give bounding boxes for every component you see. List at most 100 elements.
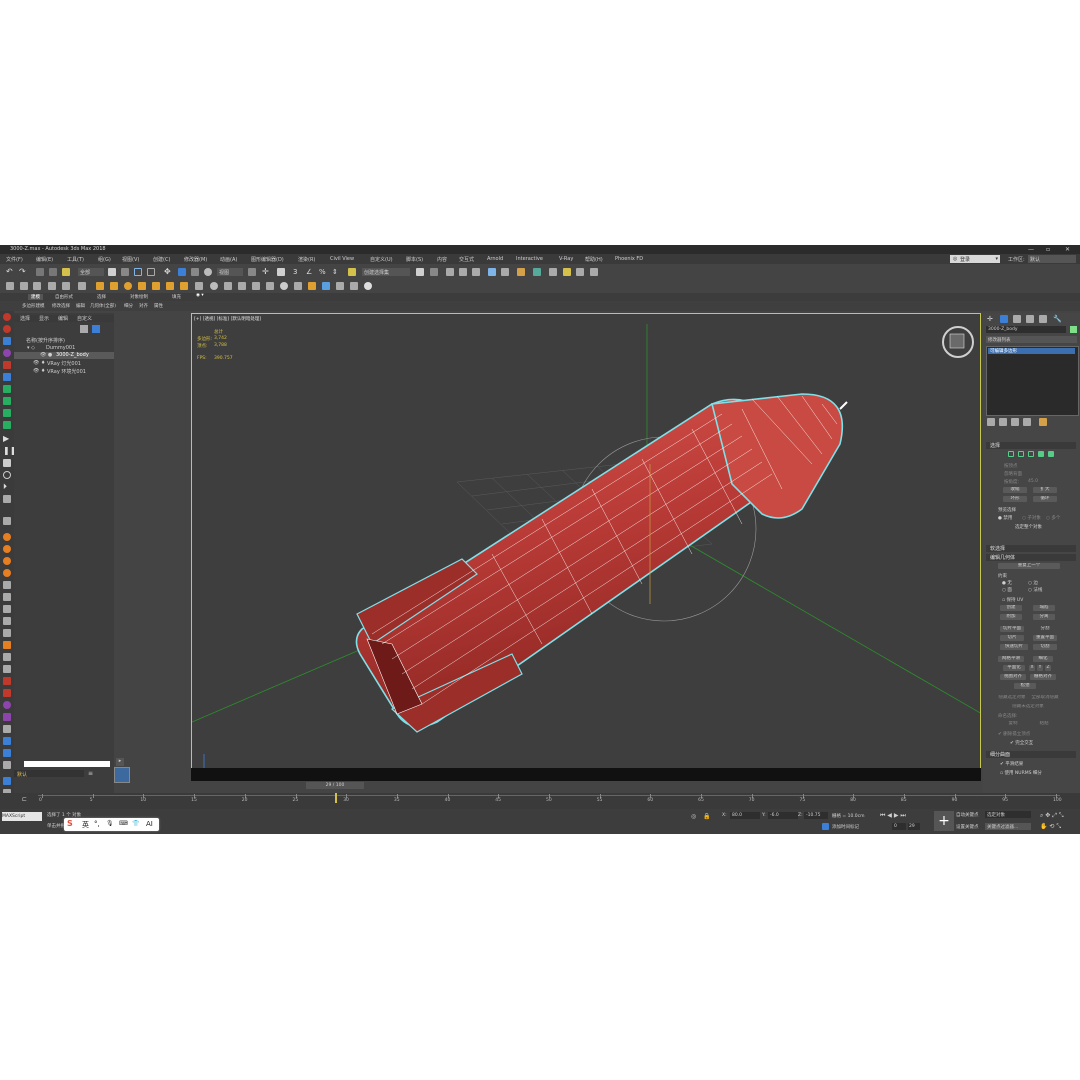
element-icon[interactable] xyxy=(1048,451,1054,457)
perspective-viewport[interactable]: [+] [透视] [标准] [默认明暗处理] 总计 多边形: 3,742 顶点:… xyxy=(191,313,981,781)
menu-edit[interactable]: 编辑(E) xyxy=(36,256,53,263)
by-angle-checkbox[interactable]: 按角度: xyxy=(1004,479,1019,485)
modeling-tool-icon[interactable] xyxy=(3,361,11,369)
timeline-toggle-icon[interactable]: ⊏ xyxy=(22,796,27,803)
eye-icon[interactable]: 👁 ♦ xyxy=(33,368,45,374)
schematic-view-icon[interactable] xyxy=(501,268,509,276)
modeling-tool-icon[interactable] xyxy=(3,349,11,357)
rotate-icon[interactable] xyxy=(178,268,186,276)
trash-icon[interactable] xyxy=(3,495,11,503)
delete-isolated-checkbox[interactable]: ✔ 删除孤立顶点 xyxy=(998,731,1030,737)
hand-icon[interactable] xyxy=(6,282,14,290)
ribbon-properties[interactable]: 属性 xyxy=(154,303,163,309)
scene-tab-customize[interactable]: 自定义 xyxy=(77,315,92,322)
wave-icon[interactable] xyxy=(3,581,11,589)
filter-icon[interactable] xyxy=(80,325,88,333)
fluid-icon[interactable] xyxy=(3,689,11,697)
constraint-edge-radio[interactable]: ○ 边 xyxy=(1028,580,1038,586)
move-icon[interactable]: ✥ xyxy=(164,268,172,276)
ring-button[interactable]: 环形 xyxy=(1003,496,1027,502)
edit-geometry-rollout[interactable]: 编辑几何体 xyxy=(986,554,1076,561)
scene-search-field[interactable] xyxy=(24,761,110,767)
preserve-uv-checkbox[interactable]: ▫ 保持 UV xyxy=(1002,597,1023,603)
unlink-icon[interactable] xyxy=(49,268,57,276)
preview-subobject-radio[interactable]: ○ 子对象 xyxy=(1022,515,1041,521)
time-tag-icon[interactable] xyxy=(822,823,829,830)
edit-named-sel-icon[interactable] xyxy=(348,268,356,276)
fluid-icon[interactable] xyxy=(3,665,11,673)
set-key-plus-icon[interactable]: + xyxy=(934,811,954,831)
angle-value[interactable]: 45.0 xyxy=(1028,479,1038,484)
ribbon-modify-selection[interactable]: 修改选择 xyxy=(52,303,70,309)
vray-ambient-icon[interactable] xyxy=(138,282,146,290)
reset-plane-button[interactable]: 重置平面 xyxy=(1033,635,1057,641)
ignore-backfacing-checkbox[interactable]: 忽略背面 xyxy=(1004,471,1022,477)
phoenix-ocean-icon[interactable] xyxy=(350,282,358,290)
menu-scripting[interactable]: 脚本(S) xyxy=(406,256,423,263)
modeling-tool-icon[interactable] xyxy=(3,337,11,345)
workspace-dropdown[interactable]: 默认 xyxy=(1028,255,1076,263)
snap-3d-icon[interactable]: 3 xyxy=(293,268,301,276)
repeat-last-button[interactable]: 重复上一个 xyxy=(998,563,1060,569)
slice-button[interactable]: 切片 xyxy=(1000,635,1024,641)
vray-plane-icon[interactable] xyxy=(195,282,203,290)
ribbon-tab-populate[interactable]: 填充 xyxy=(172,294,181,300)
play-icon[interactable]: ▶ xyxy=(3,435,11,443)
attach-button[interactable]: 附加 xyxy=(1000,614,1022,620)
scene-column-name[interactable]: 名称(按升序排序) xyxy=(26,337,65,344)
ribbon-subdivision[interactable]: 细分 xyxy=(124,303,133,309)
fluid-icon[interactable] xyxy=(3,713,11,721)
render-setup-icon[interactable] xyxy=(533,268,541,276)
scale-icon[interactable] xyxy=(191,268,199,276)
configure-sets-icon[interactable] xyxy=(1039,418,1047,426)
paste-button[interactable]: 粘贴 xyxy=(1033,721,1055,727)
z-field[interactable]: -10.75 xyxy=(804,812,828,819)
layer-stack-icon[interactable]: ≡ xyxy=(88,770,96,777)
pause-icon[interactable]: ❚❚ xyxy=(3,447,16,455)
hide-selected-button[interactable]: 隐藏选定对象 xyxy=(997,695,1027,701)
vray-light-icon[interactable] xyxy=(96,282,104,290)
menu-create[interactable]: 创建(C) xyxy=(153,256,170,263)
ribbon-toggle-icon[interactable] xyxy=(472,268,480,276)
sort-icon[interactable] xyxy=(92,325,100,333)
vray-logo-icon[interactable] xyxy=(364,282,372,290)
subdivision-rollout[interactable]: 细分曲面 xyxy=(986,751,1076,758)
menu-modifiers[interactable]: 修改器(M) xyxy=(184,256,207,263)
vray-mesh-icon[interactable] xyxy=(224,282,232,290)
selection-filter-dropdown[interactable]: 全部 xyxy=(78,268,104,276)
stop-icon[interactable] xyxy=(3,459,11,467)
layer-dropdown[interactable]: 默认 xyxy=(14,770,84,778)
fire-icon[interactable] xyxy=(3,533,11,541)
constraint-normal-radio[interactable]: ○ 法线 xyxy=(1028,587,1042,593)
ime-punct-icon[interactable]: °, xyxy=(94,820,100,828)
window-crossing-icon[interactable] xyxy=(147,268,155,276)
remove-modifier-icon[interactable] xyxy=(1023,418,1031,426)
current-frame-field[interactable]: 0 xyxy=(892,823,906,830)
create-tab-icon[interactable]: ✛ xyxy=(987,315,995,323)
vray-ies-icon[interactable] xyxy=(110,282,118,290)
view-align-button[interactable]: 视图对齐 xyxy=(1000,674,1026,680)
select-object-icon[interactable] xyxy=(108,268,116,276)
auto-key-button[interactable]: 自动关键点 xyxy=(956,812,979,818)
maxscript-listener[interactable]: MAXScript xyxy=(2,812,42,821)
soft-selection-rollout[interactable]: 软选择 xyxy=(986,545,1076,552)
viewport-nav-icon[interactable]: ⌕ ✥ ⤢ ⤡ xyxy=(1040,812,1064,820)
bind-spacewarp-icon[interactable] xyxy=(62,268,70,276)
mirror-icon[interactable] xyxy=(416,268,424,276)
lock-icon[interactable]: 🔒 xyxy=(703,813,711,821)
time-slider[interactable]: 29 / 100 xyxy=(306,782,364,789)
playback-controls-icon[interactable]: ⏮ ◀ ▶ ⏭ xyxy=(880,812,906,820)
planar-z-button[interactable]: Z xyxy=(1045,665,1051,671)
isolate-icon[interactable]: ◎ xyxy=(691,813,699,821)
percent-snap-icon[interactable]: % xyxy=(319,268,327,276)
place-icon[interactable] xyxy=(204,268,212,276)
set-key-button[interactable]: 设置关键点 xyxy=(956,824,979,830)
vray-tool-icon[interactable] xyxy=(3,313,11,321)
reference-coord-dropdown[interactable]: 视图 xyxy=(217,268,243,276)
planar-x-button[interactable]: X xyxy=(1029,665,1035,671)
menu-phoenix[interactable]: Phoenix FD xyxy=(615,256,643,262)
menu-vray[interactable]: V-Ray xyxy=(559,256,573,262)
menu-customize[interactable]: 自定义(U) xyxy=(370,256,393,263)
menu-content[interactable]: 内容 xyxy=(437,256,447,263)
scroll-right-icon[interactable]: ▸ xyxy=(116,758,124,766)
